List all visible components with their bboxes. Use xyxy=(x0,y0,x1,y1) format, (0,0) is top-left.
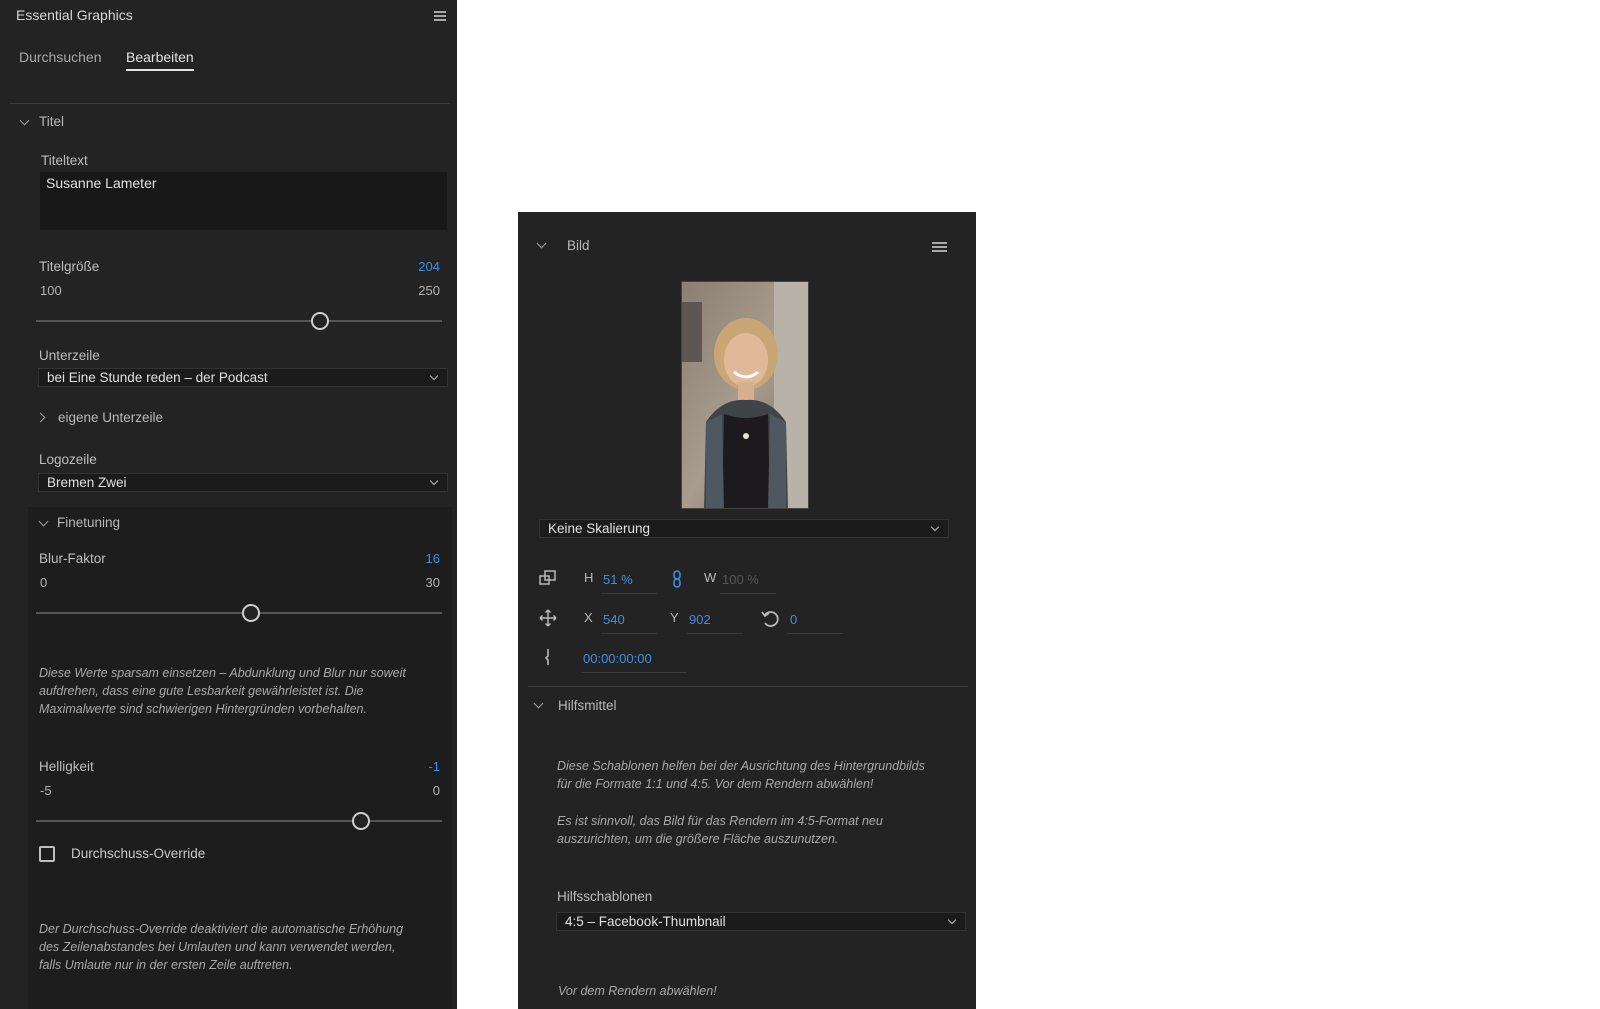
note-line: Diese Werte sparsam einsetzen – Abdunklu… xyxy=(39,666,406,680)
logozeile-label: Logozeile xyxy=(39,452,97,467)
titeltext-label: Titeltext xyxy=(41,153,88,168)
y-underline xyxy=(687,633,743,634)
active-tab-underline xyxy=(126,69,194,71)
hilfsschablonen-label: Hilfsschablonen xyxy=(557,889,653,904)
hilfsmittel-hint-1: Diese Schablonen helfen bei der Ausricht… xyxy=(557,757,967,793)
panel-title: Essential Graphics xyxy=(16,7,133,23)
rotation-icon xyxy=(761,611,779,627)
section-hilfsmittel-header[interactable]: Hilfsmittel xyxy=(558,698,617,713)
note-line: Diese Schablonen helfen bei der Ausricht… xyxy=(557,759,925,773)
scaling-select[interactable]: Keine Skalierung xyxy=(539,519,949,538)
helligkeit-max: 0 xyxy=(432,783,440,798)
chevron-down-icon xyxy=(930,522,940,532)
blur-max: 30 xyxy=(425,575,440,590)
portrait-photo xyxy=(682,282,808,508)
hilfsschablonen-select[interactable]: 4:5 – Facebook-Thumbnail xyxy=(556,912,966,931)
helligkeit-min: -5 xyxy=(40,783,52,798)
link-icon[interactable] xyxy=(672,570,682,588)
section-titel-header[interactable]: Titel xyxy=(39,114,64,129)
unterzeile-select[interactable]: bei Eine Stunde reden – der Podcast xyxy=(38,368,448,387)
note-line: des Zeilenabstandes bei Umlauten und kan… xyxy=(39,940,396,954)
titeltext-input[interactable]: Susanne Lameter xyxy=(40,172,447,230)
blur-label: Blur-Faktor xyxy=(39,551,106,566)
logozeile-value: Bremen Zwei xyxy=(47,475,127,490)
timecode-icon xyxy=(544,649,549,665)
scale-icon xyxy=(539,570,556,585)
tab-bearbeiten[interactable]: Bearbeiten xyxy=(126,49,194,65)
x-value[interactable]: 540 xyxy=(603,612,625,627)
unterzeile-label: Unterzeile xyxy=(39,348,100,363)
section-bild-header[interactable]: Bild xyxy=(567,238,590,253)
note-line: für die Formate 1:1 und 4:5. Vor dem Ren… xyxy=(557,777,874,791)
unterzeile-value: bei Eine Stunde reden – der Podcast xyxy=(47,370,268,385)
x-label: X xyxy=(584,610,593,625)
blur-slider-track[interactable] xyxy=(36,612,442,614)
bild-menu-icon[interactable] xyxy=(932,242,947,252)
finetuning-note: Diese Werte sparsam einsetzen – Abdunklu… xyxy=(39,664,449,718)
divider xyxy=(10,103,450,104)
chevron-down-icon xyxy=(429,371,439,381)
x-underline xyxy=(601,633,657,634)
chevron-down-icon[interactable] xyxy=(19,115,30,126)
helligkeit-slider-knob[interactable] xyxy=(351,812,370,830)
note-line: aufdrehen, dass eine gute Lesbarkeit gew… xyxy=(39,684,364,698)
rotation-underline xyxy=(787,633,843,634)
helligkeit-slider-track[interactable] xyxy=(36,820,442,822)
hilfsschablonen-value: 4:5 – Facebook-Thumbnail xyxy=(565,914,726,929)
tab-durchsuchen[interactable]: Durchsuchen xyxy=(19,49,102,65)
titelgroesse-slider-track[interactable] xyxy=(36,320,442,322)
durchschuss-note: Der Durchschuss-Override deaktiviert die… xyxy=(39,920,449,974)
timecode-value[interactable]: 00:00:00:00 xyxy=(583,651,652,666)
blur-min: 0 xyxy=(40,575,48,590)
panel-menu-icon[interactable] xyxy=(434,11,446,21)
note-line: falls Umlaute nur in der ersten Zeile au… xyxy=(39,958,293,972)
note-line: auszurichten, um die größere Fläche ausz… xyxy=(557,832,839,846)
footer-note: Vor dem Rendern abwählen! xyxy=(558,984,717,998)
y-value[interactable]: 902 xyxy=(689,612,711,627)
w-underline xyxy=(720,593,776,594)
chevron-down-icon xyxy=(947,915,957,925)
chevron-right-icon[interactable] xyxy=(35,412,46,423)
bild-panel: Bild Keine Skalierung H 51 % W 100 % X 5… xyxy=(518,212,976,1009)
titelgroesse-max: 250 xyxy=(418,283,440,298)
w-value[interactable]: 100 % xyxy=(722,572,759,587)
scaling-value: Keine Skalierung xyxy=(548,521,651,536)
h-underline xyxy=(601,593,657,594)
w-label: W xyxy=(704,570,717,585)
rotation-value[interactable]: 0 xyxy=(790,612,797,627)
essential-graphics-panel: Essential Graphics Durchsuchen Bearbeite… xyxy=(0,0,457,1009)
h-label: H xyxy=(584,570,594,585)
section-finetuning-header[interactable]: Finetuning xyxy=(57,515,120,530)
chevron-down-icon xyxy=(429,476,439,486)
titelgroesse-slider-knob[interactable] xyxy=(311,312,330,330)
helligkeit-label: Helligkeit xyxy=(39,759,94,774)
titelgroesse-label: Titelgröße xyxy=(39,259,100,274)
move-icon xyxy=(539,609,557,627)
titelgroesse-min: 100 xyxy=(40,283,62,298)
logozeile-select[interactable]: Bremen Zwei xyxy=(38,473,448,492)
note-line: Es ist sinnvoll, das Bild für das Render… xyxy=(557,814,883,828)
durchschuss-override-checkbox[interactable] xyxy=(39,846,55,862)
divider xyxy=(528,686,968,687)
timecode-underline xyxy=(581,672,687,673)
durchschuss-override-label[interactable]: Durchschuss-Override xyxy=(71,846,205,861)
blur-value[interactable]: 16 xyxy=(380,551,440,566)
note-line: Der Durchschuss-Override deaktiviert die… xyxy=(39,922,404,936)
note-line: Maximalwerte sind schwierigen Hintergrün… xyxy=(39,702,367,716)
titelgroesse-value[interactable]: 204 xyxy=(380,259,440,274)
portrait-image[interactable] xyxy=(681,281,809,509)
chevron-down-icon[interactable] xyxy=(536,238,547,249)
y-label: Y xyxy=(670,610,679,625)
helligkeit-value[interactable]: -1 xyxy=(380,759,440,774)
eigene-unterzeile-toggle[interactable]: eigene Unterzeile xyxy=(58,410,163,425)
hilfsmittel-hint-2: Es ist sinnvoll, das Bild für das Render… xyxy=(557,812,967,848)
chevron-down-icon[interactable] xyxy=(533,698,544,709)
h-value[interactable]: 51 % xyxy=(603,572,633,587)
